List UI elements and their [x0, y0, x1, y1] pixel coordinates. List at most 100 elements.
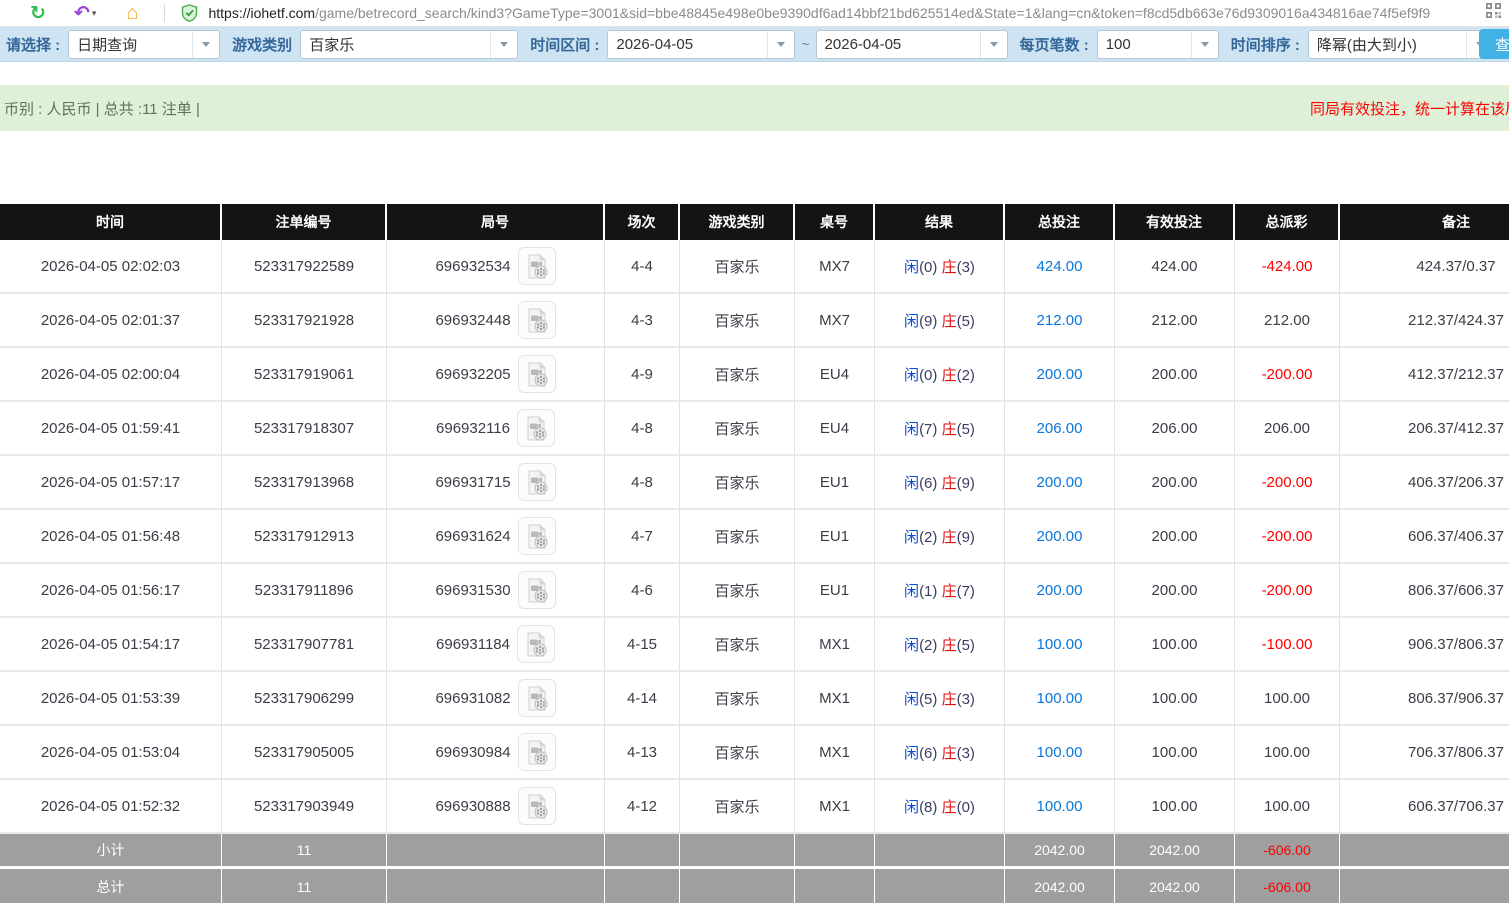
- table-row: 2026-04-05 01:56:17 523317911896 6969315…: [0, 564, 1509, 618]
- video-replay-icon: [524, 793, 550, 820]
- total-bet-link[interactable]: 100.00: [1005, 780, 1115, 834]
- bet-number: 523317906299: [222, 672, 387, 726]
- game-type-cell: 百家乐: [680, 726, 795, 780]
- video-replay-button[interactable]: [518, 301, 556, 339]
- time-sort-select[interactable]: 降幂(由大到小): [1308, 30, 1494, 59]
- result-cell: 闲(7) 庄(5): [875, 402, 1005, 456]
- bet-time: 2026-04-05 01:53:04: [0, 726, 222, 780]
- table-row: 2026-04-05 02:01:37 523317921928 6969324…: [0, 294, 1509, 348]
- bet-number: 523317913968: [222, 456, 387, 510]
- video-replay-button[interactable]: [518, 733, 556, 771]
- date-to-select[interactable]: 2026-04-05: [816, 30, 1008, 59]
- remark: 906.37/806.37: [1340, 618, 1509, 672]
- column-header: 注单编号: [222, 204, 387, 240]
- player-result-value: (1): [919, 583, 937, 600]
- page-size-select[interactable]: 100: [1097, 30, 1219, 59]
- total-bet-link[interactable]: 212.00: [1005, 294, 1115, 348]
- banker-result-label: 庄: [942, 583, 957, 600]
- table-footer: 小计 11 2042.00 2042.00 -606.00 总计 11 2042…: [0, 834, 1509, 903]
- chevron-down-icon: [980, 31, 1007, 58]
- round-cell: 696931082: [387, 672, 605, 726]
- qr-code-icon[interactable]: [1486, 3, 1501, 23]
- banker-result-value: (3): [957, 691, 975, 708]
- bet-number: 523317922589: [222, 240, 387, 294]
- bet-time: 2026-04-05 02:01:37: [0, 294, 222, 348]
- video-replay-button[interactable]: [518, 517, 556, 555]
- bet-time: 2026-04-05 01:56:17: [0, 564, 222, 618]
- total-bet-link[interactable]: 200.00: [1005, 510, 1115, 564]
- banker-result-value: (5): [957, 313, 975, 330]
- table-number: MX7: [795, 240, 875, 294]
- column-header: 有效投注: [1115, 204, 1235, 240]
- banker-result-value: (3): [957, 259, 975, 276]
- valid-bet: 100.00: [1115, 780, 1235, 834]
- query-mode-select[interactable]: 日期查询: [68, 30, 220, 59]
- bet-record-table-container: 时间注单编号局号场次游戏类别桌号结果总投注有效投注总派彩备注 2026-04-0…: [0, 204, 1509, 903]
- round-number: 696932116: [436, 420, 510, 437]
- result-cell: 闲(0) 庄(3): [875, 240, 1005, 294]
- video-replay-button[interactable]: [518, 787, 556, 825]
- table-row: 2026-04-05 01:56:48 523317912913 6969316…: [0, 510, 1509, 564]
- column-header: 游戏类别: [680, 204, 795, 240]
- player-result-value: (9): [919, 313, 937, 330]
- session-number: 4-7: [605, 510, 680, 564]
- date-from-value: 2026-04-05: [608, 36, 767, 53]
- date-from-select[interactable]: 2026-04-05: [607, 30, 795, 59]
- session-number: 4-12: [605, 780, 680, 834]
- total-bet-link[interactable]: 200.00: [1005, 348, 1115, 402]
- total-bet-link[interactable]: 100.00: [1005, 726, 1115, 780]
- table-body: 2026-04-05 02:02:03 523317922589 6969325…: [0, 240, 1509, 834]
- video-replay-icon: [523, 631, 549, 658]
- address-bar[interactable]: https://iohetf.com/game/betrecord_search…: [208, 5, 1480, 21]
- summary-label: 总计: [0, 869, 222, 903]
- video-replay-icon: [523, 415, 549, 442]
- video-replay-button[interactable]: [518, 571, 556, 609]
- game-type-label: 游戏类别: [232, 34, 292, 55]
- valid-bet: 100.00: [1115, 726, 1235, 780]
- total-bet-link[interactable]: 100.00: [1005, 618, 1115, 672]
- round-number: 696931715: [435, 474, 510, 491]
- total-bet-link[interactable]: 100.00: [1005, 672, 1115, 726]
- video-replay-icon: [524, 577, 550, 604]
- round-cell: 696932534: [387, 240, 605, 294]
- banker-result-label: 庄: [942, 637, 957, 654]
- undo-dropdown-caret-icon[interactable]: ▾: [92, 8, 97, 19]
- game-type-select[interactable]: 百家乐: [300, 30, 518, 59]
- total-bet-link[interactable]: 200.00: [1005, 564, 1115, 618]
- player-result-label: 闲: [904, 799, 919, 816]
- total-bet-link[interactable]: 200.00: [1005, 456, 1115, 510]
- banker-result-value: (9): [957, 529, 975, 546]
- bet-time: 2026-04-05 02:02:03: [0, 240, 222, 294]
- total-payout: 100.00: [1235, 726, 1340, 780]
- game-type-value: 百家乐: [301, 34, 490, 55]
- undo-icon[interactable]: ↶: [74, 4, 90, 23]
- video-replay-button[interactable]: [518, 679, 556, 717]
- video-replay-button[interactable]: [518, 247, 556, 285]
- search-button[interactable]: 查询: [1479, 29, 1509, 59]
- summary-row: 总计 11 2042.00 2042.00 -606.00: [0, 869, 1509, 903]
- summary-bar: 币别 : 人民币 | 总共 :11 注单 | 同局有效投注，统一计算在该局: [0, 85, 1509, 131]
- total-bet-link[interactable]: 424.00: [1005, 240, 1115, 294]
- bet-record-table: 时间注单编号局号场次游戏类别桌号结果总投注有效投注总派彩备注 2026-04-0…: [0, 204, 1509, 903]
- home-icon[interactable]: ⌂: [126, 3, 138, 23]
- bet-time: 2026-04-05 01:54:17: [0, 618, 222, 672]
- summary-row: 小计 11 2042.00 2042.00 -606.00: [0, 834, 1509, 869]
- result-cell: 闲(5) 庄(3): [875, 672, 1005, 726]
- player-result-label: 闲: [904, 583, 919, 600]
- bet-number: 523317919061: [222, 348, 387, 402]
- page-size-label: 每页笔数 :: [1020, 34, 1089, 55]
- total-bet-link[interactable]: 206.00: [1005, 402, 1115, 456]
- player-result-label: 闲: [904, 475, 919, 492]
- video-replay-button[interactable]: [518, 463, 556, 501]
- refresh-icon[interactable]: ↻: [30, 4, 46, 23]
- video-replay-button[interactable]: [517, 625, 555, 663]
- banker-result-label: 庄: [942, 259, 957, 276]
- video-replay-button[interactable]: [517, 409, 555, 447]
- security-shield-icon[interactable]: [181, 4, 198, 22]
- round-number: 696931530: [435, 582, 510, 599]
- valid-bet: 100.00: [1115, 672, 1235, 726]
- table-number: MX1: [795, 618, 875, 672]
- video-replay-button[interactable]: [518, 355, 556, 393]
- bet-time: 2026-04-05 01:52:32: [0, 780, 222, 834]
- bet-number: 523317905005: [222, 726, 387, 780]
